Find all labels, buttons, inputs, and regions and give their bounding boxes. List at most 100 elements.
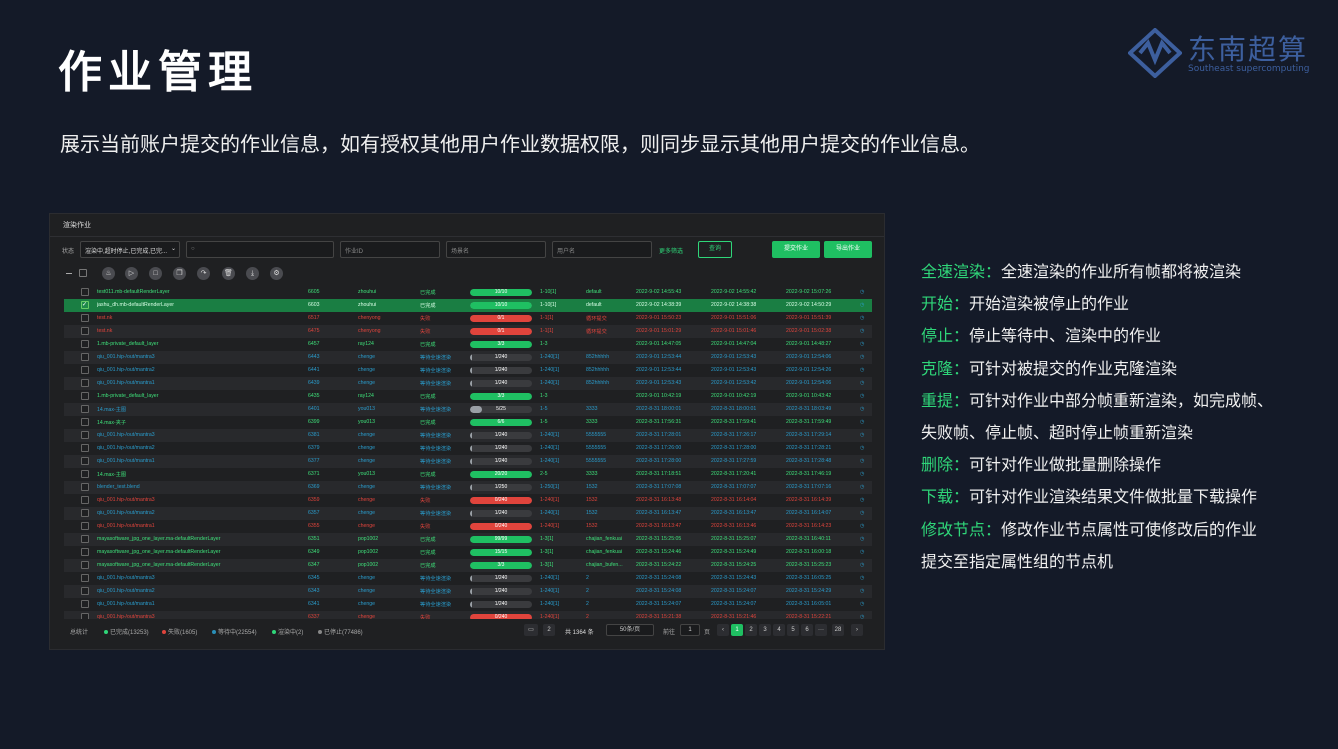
- progress-text: 1/240: [494, 380, 508, 386]
- row-checkbox[interactable]: [81, 418, 89, 426]
- row-checkbox[interactable]: [81, 366, 89, 374]
- row-checkbox[interactable]: [81, 288, 89, 296]
- cell-end: 2022-8-31 16:00:18: [786, 549, 832, 555]
- page-button[interactable]: 1: [731, 624, 743, 636]
- search-input[interactable]: ○: [186, 241, 334, 258]
- more-filters-link[interactable]: 更多筛选: [659, 246, 683, 255]
- row-checkbox[interactable]: [81, 379, 89, 387]
- progress-text: 5/25: [496, 406, 506, 412]
- table-row[interactable]: qiu_001.hip-/out/mantra2 6441 chenge 等待全速渲染…: [64, 364, 872, 377]
- row-checkbox[interactable]: [81, 314, 89, 322]
- row-checkbox[interactable]: [81, 535, 89, 543]
- page-button[interactable]: 3: [759, 624, 771, 636]
- query-button[interactable]: 查询: [698, 241, 732, 258]
- select-all-checkbox[interactable]: [79, 269, 87, 277]
- stop-icon[interactable]: □: [149, 267, 162, 280]
- cell-group: chajian_fenkuai: [586, 536, 623, 542]
- feature-text: 全速渲染的作业所有帧都将被渲染: [1001, 262, 1242, 281]
- next-page-button[interactable]: ›: [851, 624, 863, 636]
- table-row[interactable]: 1.mb-private_default_layer 6435 ray124 已完成 1…: [64, 390, 872, 403]
- row-checkbox[interactable]: [81, 431, 89, 439]
- table-row[interactable]: qiu_001.hip-/out/mantra3 6337 chenge 失败 1-24…: [64, 611, 872, 619]
- row-checkbox[interactable]: [81, 496, 89, 504]
- scene-name-input[interactable]: 场景名: [446, 241, 546, 258]
- table-row[interactable]: mayasoftware_jpg_one_layer.ma-defaultRen…: [64, 533, 872, 546]
- row-checkbox[interactable]: [81, 444, 89, 452]
- cell-end: 2022-9-01 15:51:39: [786, 315, 832, 321]
- page-button[interactable]: 5: [787, 624, 799, 636]
- row-checkbox[interactable]: [81, 470, 89, 478]
- table-row[interactable]: jashu_dh.mb-defaultRenderLayer 6603 zhouhu…: [64, 299, 872, 312]
- start-icon[interactable]: ▷: [125, 267, 138, 280]
- goto-page-input[interactable]: 1: [680, 624, 700, 636]
- table-row[interactable]: 14.max-主图 6401 you013 等待全速渲染 1-5 3333 2022-8-3…: [64, 403, 872, 416]
- submit-job-button[interactable]: 提交作业: [772, 241, 820, 258]
- row-checkbox[interactable]: [81, 405, 89, 413]
- table-row[interactable]: qiu_001.hip-/out/mantra1 6341 chenge 等待全速渲染…: [64, 598, 872, 611]
- row-checkbox[interactable]: [81, 574, 89, 582]
- cell-end: 2022-8-31 16:40:11: [786, 536, 831, 542]
- table-row[interactable]: mayasoftware_jpg_one_layer.ma-defaultRen…: [64, 559, 872, 572]
- table-row[interactable]: blender_test.blend 6369 chenge 等待全速渲染 1-250[…: [64, 481, 872, 494]
- table-row[interactable]: qiu_001.hip-/out/mantra3 6381 chenge 等待全速渲染…: [64, 429, 872, 442]
- table-row[interactable]: test.nk 6517 chenyong 失败 1-1[1] 循环提交 2022-9-01…: [64, 312, 872, 325]
- row-checkbox[interactable]: [81, 509, 89, 517]
- table-row[interactable]: test.nk 6475 chenyong 失败 1-1[1] 循环提交 2022-9-01…: [64, 325, 872, 338]
- collapse-dash-icon[interactable]: [66, 273, 72, 274]
- page-button[interactable]: ···: [815, 624, 827, 636]
- table-row[interactable]: qiu_001.hip-/out/mantra3 6359 chenge 失败 1-24…: [64, 494, 872, 507]
- full-speed-render-icon[interactable]: ♨: [102, 267, 115, 280]
- progress-bar: 1/240: [470, 575, 532, 582]
- resubmit-icon[interactable]: ↷: [197, 267, 210, 280]
- export-jobs-button[interactable]: 导出作业: [824, 241, 872, 258]
- clone-icon[interactable]: ❐: [173, 267, 186, 280]
- table-row[interactable]: qiu_001.hip-/out/mantra3 6345 chenge 等待全速渲染…: [64, 572, 872, 585]
- cell-start: 2022-8-31 15:24:49: [711, 549, 757, 555]
- page-size-select[interactable]: 50条/页: [606, 624, 654, 636]
- page-button[interactable]: 28: [832, 624, 844, 636]
- table-row[interactable]: qiu_001.hip-/out/mantra2 6343 chenge 等待全速渲染…: [64, 585, 872, 598]
- cell-group: 852hhhhh: [586, 380, 610, 386]
- page-button[interactable]: 4: [773, 624, 785, 636]
- download-icon[interactable]: ⤓: [246, 267, 259, 280]
- row-checkbox[interactable]: [81, 600, 89, 608]
- row-checkbox[interactable]: [81, 457, 89, 465]
- table-row[interactable]: 1.mb-private_default_layer 6457 ray124 已完成 1…: [64, 338, 872, 351]
- page-button[interactable]: 2: [745, 624, 757, 636]
- table-row[interactable]: qiu_001.hip-/out/mantra2 6357 chenge 等待全速渲染…: [64, 507, 872, 520]
- monitor-icon[interactable]: ▭: [524, 624, 538, 636]
- table-row[interactable]: qiu_001.hip-/out/mantra2 6379 chenge 等待全速渲染…: [64, 442, 872, 455]
- cell-submit: 2022-9-01 10:42:19: [636, 393, 682, 399]
- delete-icon[interactable]: 🗑: [222, 267, 235, 280]
- row-checkbox[interactable]: [81, 522, 89, 530]
- table-row[interactable]: qiu_001.hip-/out/mantra3 6443 chenge 等待全速渲染…: [64, 351, 872, 364]
- table-row[interactable]: 14.max-主图 6371 you013 已完成 2-5 3333 2022-8-31 1…: [64, 468, 872, 481]
- username-input[interactable]: 用户名: [552, 241, 652, 258]
- job-id-input[interactable]: 作业ID: [340, 241, 440, 258]
- cell-group: 2: [586, 614, 589, 619]
- row-checkbox[interactable]: [81, 327, 89, 335]
- cell-start: 2022-8-31 17:07:07: [711, 484, 757, 490]
- row-checkbox[interactable]: [81, 587, 89, 595]
- table-row[interactable]: qiu_001.hip-/out/mantra1 6355 chenge 失败 1-24…: [64, 520, 872, 533]
- table-row[interactable]: qiu_001.hip-/out/mantra1 6439 chenge 等待全速渲染…: [64, 377, 872, 390]
- page-button[interactable]: 6: [801, 624, 813, 636]
- table-row[interactable]: 14.max-夹子 6399 you013 已完成 1-5 3333 2022-8-31 1…: [64, 416, 872, 429]
- row-checkbox[interactable]: [81, 561, 89, 569]
- cell-group: 1532: [586, 523, 598, 529]
- modify-node-icon[interactable]: ⚙: [270, 267, 283, 280]
- row-checkbox[interactable]: [81, 548, 89, 556]
- cell-group: 852hhhhh: [586, 354, 610, 360]
- prev-page-button[interactable]: ‹: [717, 624, 729, 636]
- row-checkbox[interactable]: [81, 340, 89, 348]
- table-row[interactable]: qiu_001.hip-/out/mantra1 6377 chenge 等待全速渲染…: [64, 455, 872, 468]
- row-checkbox[interactable]: [81, 301, 89, 309]
- row-checkbox[interactable]: [81, 392, 89, 400]
- row-checkbox[interactable]: [81, 353, 89, 361]
- table-row[interactable]: test011.mb-defaultRenderLayer 6605 zhouhui…: [64, 286, 872, 299]
- status-filter-select[interactable]: 渲染中,超时停止,已完成,已完... ⌄: [80, 241, 180, 258]
- progress-text: 20/20: [494, 471, 508, 477]
- row-checkbox[interactable]: [81, 613, 89, 619]
- table-row[interactable]: mayasoftware_jpg_one_layer.ma-defaultRen…: [64, 546, 872, 559]
- row-checkbox[interactable]: [81, 483, 89, 491]
